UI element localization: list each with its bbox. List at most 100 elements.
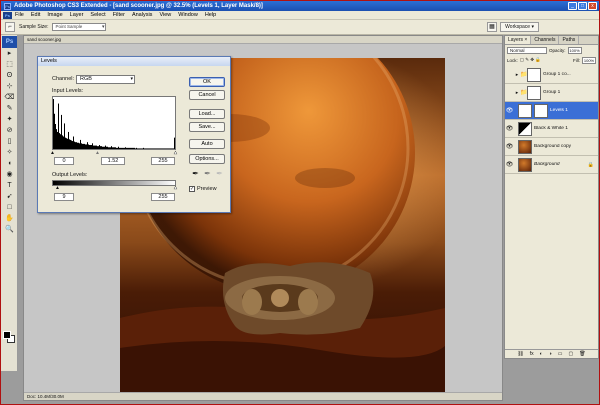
ok-button[interactable]: OK xyxy=(189,77,225,87)
menu-edit[interactable]: Edit xyxy=(31,12,40,18)
black-eyedropper-icon[interactable]: ✒ xyxy=(191,169,200,179)
histogram-bar xyxy=(166,148,167,149)
menu-select[interactable]: Select xyxy=(90,12,105,18)
blend-mode-select[interactable]: Normal xyxy=(507,46,547,54)
gradient-tool-icon[interactable]: ✧ xyxy=(4,148,15,158)
layers-panel: Layers × Channels Paths Normal Opacity: … xyxy=(504,35,599,359)
opacity-field[interactable]: 100% xyxy=(567,46,582,54)
cancel-button[interactable]: Cancel xyxy=(189,90,225,100)
crop-tool-icon[interactable]: ⊹ xyxy=(4,82,15,92)
layer-style-icon[interactable]: fx xyxy=(530,351,534,357)
eraser-tool-icon[interactable]: ⌫ xyxy=(4,93,15,103)
tab-layers[interactable]: Layers × xyxy=(505,36,532,44)
output-black-slider[interactable]: ▲ xyxy=(55,186,60,191)
link-layers-icon[interactable]: ⛓ xyxy=(517,351,523,357)
eyedropper-tool-icon[interactable]: ⌐ xyxy=(5,22,15,32)
auto-button[interactable]: Auto xyxy=(189,139,225,149)
input-white-field[interactable]: 255 xyxy=(151,157,175,165)
histogram-bar xyxy=(66,138,67,149)
options-button[interactable]: Options... xyxy=(189,154,225,164)
histogram-bar xyxy=(122,147,123,149)
menu-image[interactable]: Image xyxy=(47,12,62,18)
foreground-color-swatch[interactable] xyxy=(3,331,11,339)
sample-size-select[interactable]: Point Sample xyxy=(52,23,107,31)
histogram-bar xyxy=(171,148,172,149)
bridge-icon[interactable]: ▦ xyxy=(487,22,497,32)
healing-tool-icon[interactable]: ✦ xyxy=(4,115,15,125)
gray-eyedropper-icon[interactable]: ✒ xyxy=(203,169,212,179)
save-button[interactable]: Save... xyxy=(189,122,225,132)
tab-paths[interactable]: Paths xyxy=(559,36,580,44)
histogram-bar xyxy=(149,148,150,149)
path-selection-tool-icon[interactable]: ➹ xyxy=(4,192,15,202)
menu-file[interactable]: File xyxy=(15,12,24,18)
layer-row[interactable]: ▸ 📁 Group 1 xyxy=(505,84,598,102)
minimize-button[interactable]: _ xyxy=(568,2,577,10)
eye-icon[interactable]: 👁 xyxy=(505,143,514,150)
histogram-bar xyxy=(53,99,54,149)
histogram-bar xyxy=(57,131,58,149)
adjustment-layer-icon[interactable]: ◑ xyxy=(549,351,552,357)
histogram-bar xyxy=(174,137,175,149)
menu-view[interactable]: View xyxy=(159,12,171,18)
output-white-slider[interactable]: ▲ xyxy=(173,185,178,191)
input-gamma-field[interactable]: 1.52 xyxy=(101,157,125,165)
fill-field[interactable]: 100% xyxy=(582,56,596,64)
menu-analysis[interactable]: Analysis xyxy=(132,12,152,18)
lasso-tool-icon[interactable]: ʘ xyxy=(4,71,15,81)
trash-icon[interactable]: 🗑 xyxy=(579,351,585,357)
workspace-button[interactable]: Workspace ▾ xyxy=(500,22,539,32)
histogram-bar xyxy=(144,148,145,149)
input-gamma-slider[interactable]: ▲ xyxy=(95,151,100,156)
history-brush-tool-icon[interactable]: ▯ xyxy=(4,137,15,147)
menu-filter[interactable]: Filter xyxy=(113,12,125,18)
layer-row[interactable]: 👁 Background 🔒 xyxy=(505,156,598,174)
lock-icons[interactable]: ▢ ✎ ✥ 🔒 xyxy=(520,57,541,63)
maximize-button[interactable]: □ xyxy=(578,2,587,10)
layer-row[interactable]: ▸ 📁 Group 1 co... xyxy=(505,66,598,84)
eye-icon[interactable]: 👁 xyxy=(505,107,514,114)
input-white-slider[interactable]: ▲ xyxy=(173,150,178,156)
histogram-bar xyxy=(75,142,76,149)
output-white-field[interactable]: 255 xyxy=(151,193,175,201)
histogram-bar xyxy=(112,147,113,149)
layer-row-selected[interactable]: 👁 Levels 1 xyxy=(505,102,598,120)
type-tool-icon[interactable]: T xyxy=(4,181,15,191)
histogram-bar xyxy=(93,145,94,149)
layer-row[interactable]: 👁 Black & White 1 xyxy=(505,120,598,138)
input-black-field[interactable]: 0 xyxy=(54,157,74,165)
move-tool-icon[interactable]: ▸ xyxy=(4,49,15,59)
close-button[interactable]: x xyxy=(588,2,597,10)
histogram-bar xyxy=(117,147,118,149)
shape-tool-icon[interactable]: □ xyxy=(4,203,15,213)
new-layer-icon[interactable]: ▢ xyxy=(568,351,573,357)
output-black-field[interactable]: 9 xyxy=(54,193,74,201)
histogram-bar xyxy=(59,133,60,149)
channel-select[interactable]: RGB ▾ xyxy=(76,75,135,84)
dodge-tool-icon[interactable]: ◉ xyxy=(4,170,15,180)
white-eyedropper-icon[interactable]: ✒ xyxy=(215,169,224,179)
load-button[interactable]: Load... xyxy=(189,109,225,119)
photoshop-window: Ps Adobe Photoshop CS3 Extended - [sand … xyxy=(0,0,600,405)
zoom-tool-icon[interactable]: 🔍 xyxy=(4,225,15,235)
histogram-bar xyxy=(96,145,97,149)
histogram-bar xyxy=(160,148,161,149)
eye-icon[interactable]: 👁 xyxy=(505,161,514,168)
menu-window[interactable]: Window xyxy=(178,12,198,18)
histogram-bar xyxy=(124,147,125,149)
menu-help[interactable]: Help xyxy=(205,12,216,18)
clone-stamp-tool-icon[interactable]: ⊘ xyxy=(4,126,15,136)
layer-row[interactable]: 👁 Background copy xyxy=(505,138,598,156)
menu-layer[interactable]: Layer xyxy=(70,12,84,18)
eye-icon[interactable]: 👁 xyxy=(505,125,514,132)
tab-channels[interactable]: Channels xyxy=(531,36,560,44)
preview-checkbox[interactable]: ✓ Preview xyxy=(189,186,217,192)
add-mask-icon[interactable]: ◐ xyxy=(540,351,543,357)
marquee-tool-icon[interactable]: ⬚ xyxy=(4,60,15,70)
input-black-slider[interactable]: ▲ xyxy=(50,151,55,156)
hand-tool-icon[interactable]: ✋ xyxy=(4,214,15,224)
new-group-icon[interactable]: ▭ xyxy=(558,351,563,357)
blur-tool-icon[interactable]: ◖ xyxy=(4,159,15,169)
histogram-bar xyxy=(103,146,104,149)
brush-tool-icon[interactable]: ✎ xyxy=(4,104,15,114)
